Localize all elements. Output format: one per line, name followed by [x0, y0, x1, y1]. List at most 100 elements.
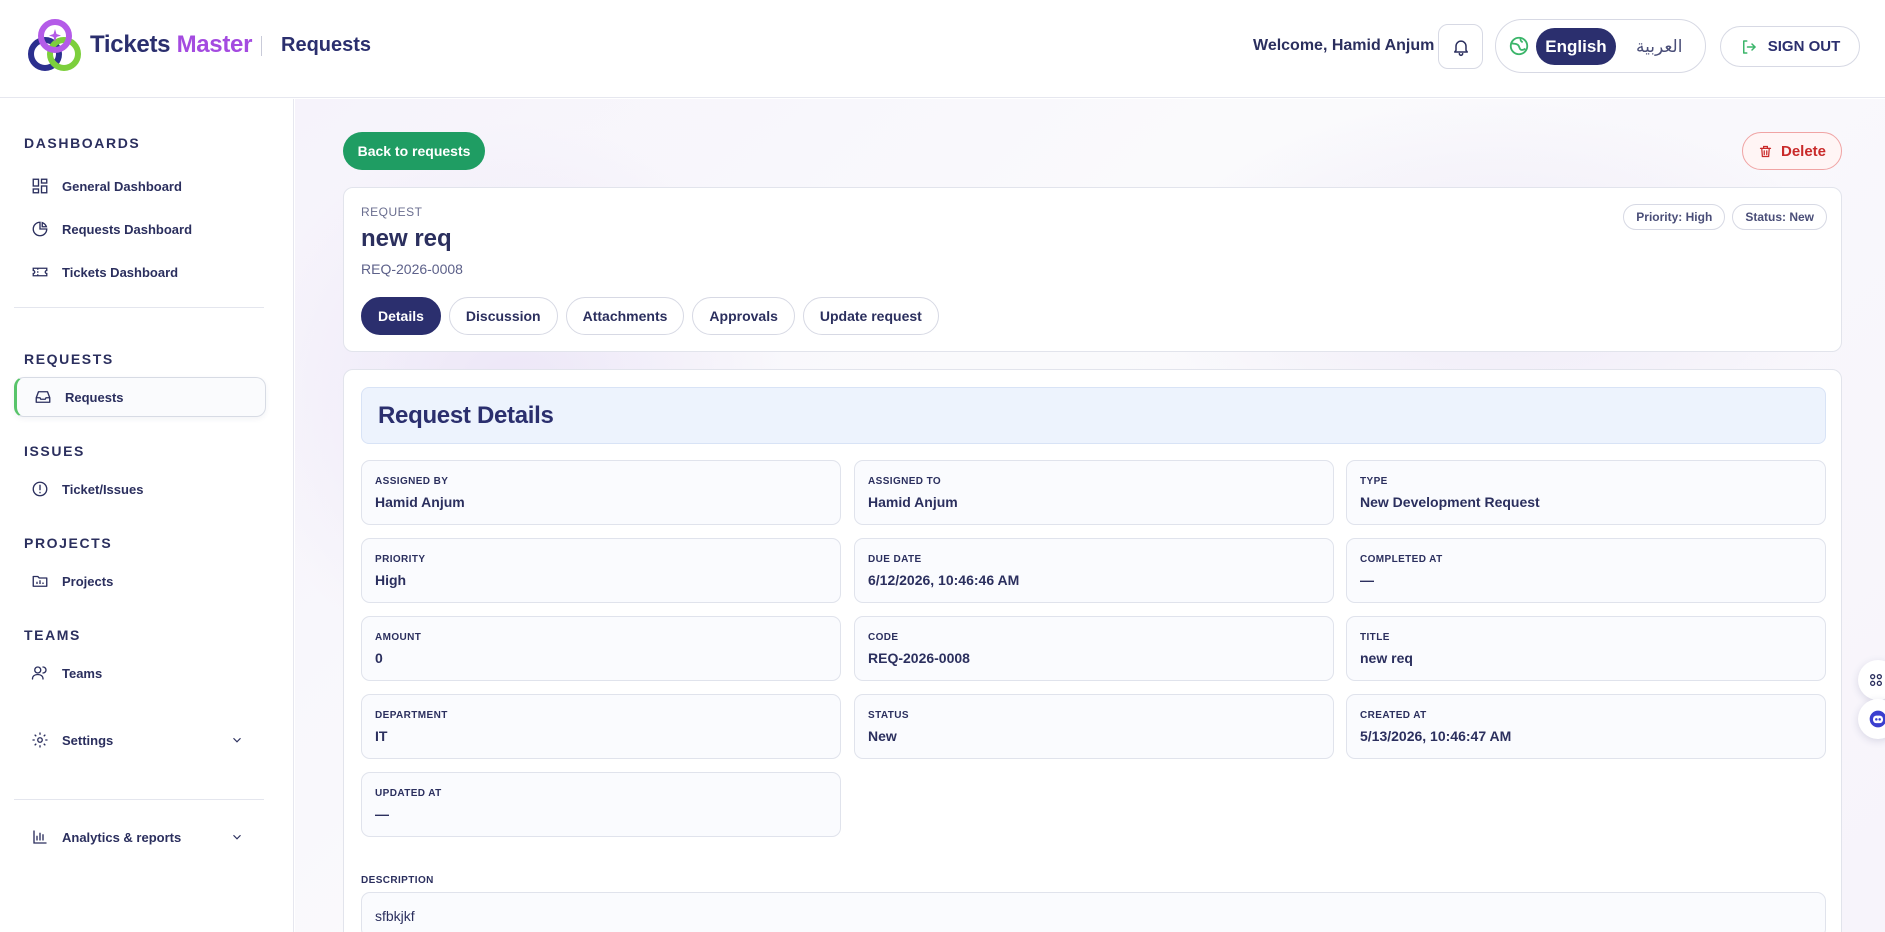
sidebar-item-label: Requests Dashboard: [62, 221, 193, 237]
field-value: 5/13/2026, 10:46:47 AM: [1360, 728, 1512, 744]
inbox-icon: [33, 387, 53, 407]
sidebar-item-requests-dashboard[interactable]: Requests Dashboard: [14, 209, 266, 249]
section-title-projects: PROJECTS: [24, 535, 113, 551]
status-badge: Status: New: [1732, 204, 1827, 230]
field-department: DEPARTMENT IT: [361, 694, 841, 759]
users-icon: [30, 663, 50, 683]
sidebar-item-label: Tickets Dashboard: [62, 264, 179, 280]
sidebar-item-ticket-issues[interactable]: Ticket/Issues: [14, 469, 266, 509]
header-divider: [261, 36, 262, 56]
field-value: New Development Request: [1360, 494, 1540, 510]
field-value: REQ-2026-0008: [868, 650, 970, 666]
tab-discussion[interactable]: Discussion: [448, 297, 558, 335]
tab-approvals[interactable]: Approvals: [692, 297, 795, 335]
sidebar-item-label: General Dashboard: [62, 178, 182, 194]
sidebar-item-projects[interactable]: Projects: [14, 561, 266, 601]
details-heading: Request Details: [378, 402, 554, 429]
back-to-requests-button[interactable]: Back to requests: [343, 132, 485, 170]
field-value: Hamid Anjum: [375, 494, 465, 510]
field-label: TYPE: [1360, 476, 1388, 487]
field-amount: AMOUNT 0: [361, 616, 841, 681]
gear-icon: [30, 730, 50, 750]
description-box: sfbkjkf: [361, 892, 1826, 932]
field-label: STATUS: [868, 710, 909, 721]
sidebar-item-label: Teams: [62, 665, 103, 681]
sidebar-item-label: Projects: [62, 573, 114, 589]
command-icon: [1870, 674, 1882, 686]
sidebar-item-requests[interactable]: Requests: [14, 377, 266, 417]
brand-name: Tickets Master: [90, 31, 253, 58]
field-due-date: DUE DATE 6/12/2026, 10:46:46 AM: [854, 538, 1334, 603]
tab-update-request[interactable]: Update request: [802, 297, 939, 335]
main-content: Back to requests Delete REQUEST new req …: [295, 99, 1885, 932]
field-label: TITLE: [1360, 632, 1390, 643]
robot-icon: [1869, 710, 1885, 728]
field-label: DEPARTMENT: [375, 710, 448, 721]
field-label: AMOUNT: [375, 632, 422, 643]
field-label: UPDATED AT: [375, 788, 442, 799]
tickets-master-logo: [28, 19, 81, 71]
field-label: DUE DATE: [868, 554, 922, 565]
field-assigned-by: ASSIGNED BY Hamid Anjum: [361, 460, 841, 525]
section-title-dashboards: DASHBOARDS: [24, 135, 141, 151]
field-value: 6/12/2026, 10:46:46 AM: [868, 572, 1020, 588]
tab-details[interactable]: Details: [361, 297, 441, 335]
field-value: 0: [375, 650, 383, 666]
field-value: new req: [1360, 650, 1413, 666]
field-status: STATUS New: [854, 694, 1334, 759]
sidebar-item-label: Settings: [62, 732, 114, 748]
sidebar-item-tickets-dashboard[interactable]: Tickets Dashboard: [14, 252, 266, 292]
welcome-text: Welcome, Hamid Anjum: [1253, 37, 1435, 54]
field-value: High: [375, 572, 407, 588]
language-english-button[interactable]: English: [1536, 28, 1616, 65]
sidebar-item-settings[interactable]: Settings: [14, 720, 266, 760]
top-header: Tickets Master Requests Welcome, Hamid A…: [0, 0, 1885, 98]
sign-out-label: SIGN OUT: [1767, 38, 1841, 55]
priority-badge: Priority: High: [1623, 204, 1726, 230]
bar-chart-icon: [30, 827, 50, 847]
field-value: New: [868, 728, 897, 744]
field-priority: PRIORITY High: [361, 538, 841, 603]
notifications-button[interactable]: [1438, 24, 1483, 69]
details-header: Request Details: [361, 387, 1826, 444]
chevron-down-icon: [233, 834, 241, 840]
description-label: DESCRIPTION: [361, 875, 434, 886]
description-value: sfbkjkf: [375, 908, 415, 924]
request-code: REQ-2026-0008: [361, 261, 463, 277]
field-label: CODE: [868, 632, 899, 643]
globe-icon: [1509, 36, 1529, 56]
sidebar-item-label: Ticket/Issues: [62, 481, 144, 497]
language-arabic-button[interactable]: العربية: [1636, 37, 1682, 57]
field-title: TITLE new req: [1346, 616, 1826, 681]
field-label: CREATED AT: [1360, 710, 1427, 721]
request-title: new req: [361, 225, 452, 252]
field-value: —: [1360, 572, 1374, 588]
field-assigned-to: ASSIGNED TO Hamid Anjum: [854, 460, 1334, 525]
request-tabs: Details Discussion Attachments Approvals…: [361, 297, 939, 335]
request-kicker: REQUEST: [361, 205, 423, 219]
sidebar-item-general-dashboard[interactable]: General Dashboard: [14, 166, 266, 206]
tab-attachments[interactable]: Attachments: [565, 297, 685, 335]
field-label: PRIORITY: [375, 554, 426, 565]
sidebar-item-teams[interactable]: Teams: [14, 653, 266, 693]
bell-icon: [1453, 39, 1468, 56]
field-value: IT: [375, 728, 388, 744]
sidebar-divider: [14, 799, 264, 800]
sidebar-item-label: Analytics & reports: [62, 829, 182, 845]
delete-label: Delete: [1780, 142, 1827, 160]
section-title-issues: ISSUES: [24, 443, 85, 459]
grid-icon: [30, 176, 50, 196]
sidebar-item-label: Requests: [65, 389, 124, 405]
field-type: TYPE New Development Request: [1346, 460, 1826, 525]
folder-icon: [30, 571, 50, 591]
section-title-requests: REQUESTS: [24, 351, 114, 367]
field-code: CODE REQ-2026-0008: [854, 616, 1334, 681]
delete-button[interactable]: Delete: [1742, 132, 1842, 170]
request-details-card: Request Details ASSIGNED BY Hamid Anjum …: [343, 369, 1842, 932]
sidebar-item-analytics[interactable]: Analytics & reports: [14, 817, 266, 857]
field-updated-at: UPDATED AT —: [361, 772, 841, 837]
sidebar: DASHBOARDS General Dashboard Requests Da…: [0, 99, 294, 932]
sign-out-button[interactable]: SIGN OUT: [1720, 26, 1860, 67]
trash-icon: [1759, 145, 1772, 157]
field-label: COMPLETED AT: [1360, 554, 1443, 565]
